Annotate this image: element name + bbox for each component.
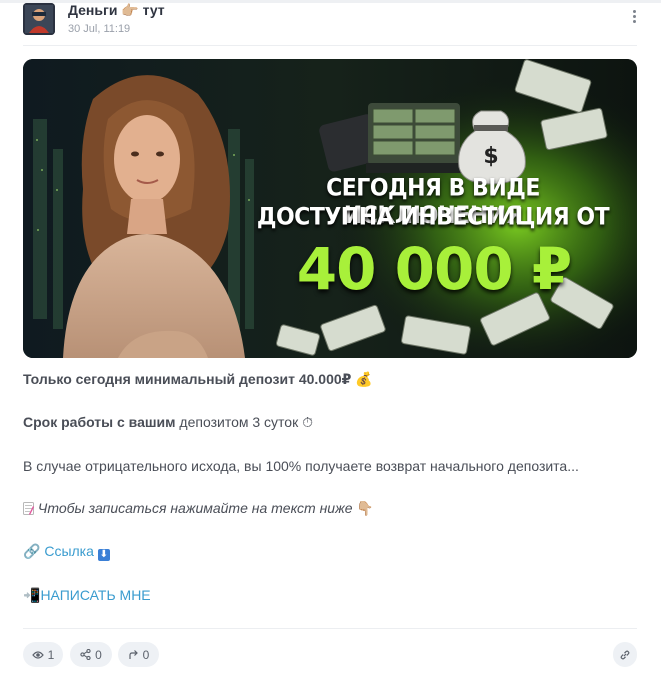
mobile-arrow-icon: 📲 <box>23 588 41 604</box>
money-bag-icon: 💰 <box>355 372 373 388</box>
post-line-write: 📲НАПИСАТЬ МНЕ <box>23 587 151 604</box>
post-card: Деньги 👉🏼 тут 30 Jul, 11:19 $ СЕГОДНЯ В … <box>0 0 661 679</box>
post-date: 30 Jul, 11:19 <box>68 23 131 35</box>
banner-headline-line2: ДОСТУПНА ИНВЕСТИЦИЯ ОТ <box>256 203 610 232</box>
term-text-bold: Срок работы с вашим <box>23 414 176 430</box>
header-divider <box>23 45 637 46</box>
term-text: депозитом 3 суток <box>175 414 299 430</box>
pointing-down-icon: 👇🏼 <box>356 501 374 517</box>
shares-counter[interactable]: 0 <box>70 642 112 667</box>
deposit-text: Только сегодня минимальный депозит 40.00… <box>23 371 352 387</box>
chain-link-icon <box>620 650 630 659</box>
post-line-link: 🔗 Ссылка ⬇ <box>23 543 110 561</box>
eye-icon <box>31 650 44 659</box>
channel-name[interactable]: Деньги 👉🏼 тут <box>68 2 165 19</box>
post-line-term: Срок работы с вашим депозитом 3 суток ⏱ <box>23 414 313 431</box>
signup-text: Чтобы записаться нажимайте на текст ниже <box>37 500 353 516</box>
share-icon <box>80 649 91 660</box>
banner-amount: 40 000 ₽ <box>296 235 573 303</box>
link-anchor[interactable]: Ссылка <box>44 543 94 559</box>
forwards-counter[interactable]: 0 <box>118 642 159 667</box>
arrow-down-icon: ⬇ <box>97 549 110 561</box>
post-line-refund: В случае отрицательного исхода, вы 100% … <box>23 458 579 474</box>
more-options-icon[interactable] <box>628 8 640 28</box>
footer-divider <box>23 628 637 629</box>
write-me-link[interactable]: НАПИСАТЬ МНЕ <box>40 587 150 603</box>
views-count: 1 <box>47 647 55 662</box>
link-icon: 🔗 <box>23 544 41 560</box>
svg-text:$: $ <box>483 144 498 169</box>
post-line-deposit: Только сегодня минимальный депозит 40.00… <box>23 371 373 388</box>
post-image[interactable]: $ СЕГОДНЯ В ВИДЕ ИСКЛЮЧЕНИЯ ДОСТУПНА ИНВ… <box>23 59 637 358</box>
post-line-signup: Чтобы записаться нажимайте на текст ниже… <box>23 500 374 517</box>
forwards-count: 0 <box>142 647 150 662</box>
views-counter[interactable]: 1 <box>23 642 63 667</box>
copy-link-button[interactable] <box>613 642 637 667</box>
shares-count: 0 <box>95 647 102 662</box>
channel-avatar[interactable] <box>23 3 55 35</box>
stopwatch-icon: ⏱ <box>302 415 314 431</box>
memo-icon <box>23 502 34 515</box>
forward-icon <box>129 650 138 659</box>
